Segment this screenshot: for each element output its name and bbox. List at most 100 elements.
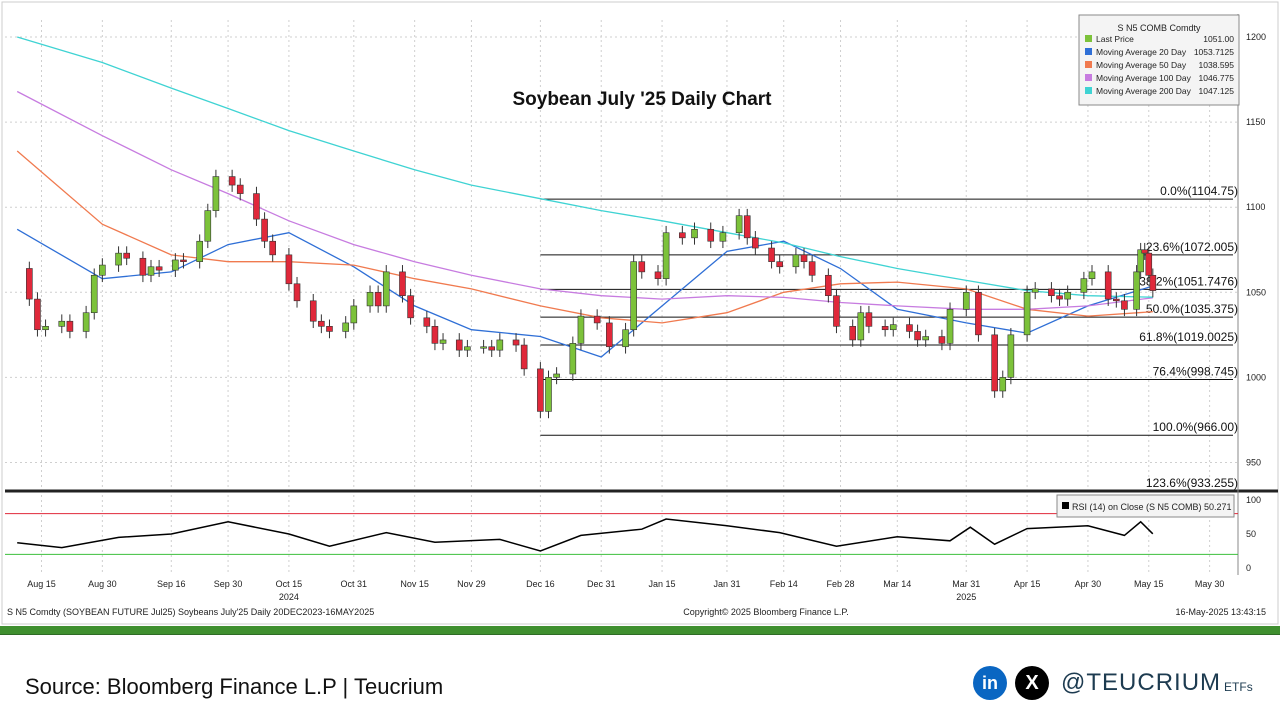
candle-down: [261, 218, 268, 242]
candle-up: [545, 377, 552, 412]
candle-up: [691, 229, 698, 239]
price-tick-label: 1100: [1246, 202, 1265, 212]
candle-up: [496, 339, 504, 351]
candle-up: [115, 252, 122, 266]
candle-down: [537, 368, 544, 412]
legend-item-label: Moving Average 100 Day: [1096, 73, 1192, 83]
candle-down: [825, 274, 832, 296]
rsi-legend-swatch: [1062, 502, 1069, 509]
time-tick-label: Apr 15: [1014, 579, 1041, 589]
candle-up: [366, 291, 374, 307]
candle-up: [82, 312, 90, 332]
candle-down: [155, 266, 163, 271]
time-tick-label: Sep 16: [157, 579, 186, 589]
linkedin-icon[interactable]: in: [973, 666, 1007, 700]
source-text: Source: Bloomberg Finance L.P | Teucrium: [25, 674, 444, 699]
legend-item-value: 1038.595: [1199, 60, 1235, 70]
time-tick-label: Jan 15: [649, 579, 676, 589]
candle-down: [849, 326, 856, 341]
legend-item-value: 1053.7125: [1194, 47, 1234, 57]
candle-up: [58, 320, 66, 327]
candle-up: [464, 346, 471, 351]
candle-up: [1133, 271, 1140, 310]
candle-down: [752, 237, 759, 249]
candle-up: [1088, 271, 1096, 279]
candle-down: [66, 320, 74, 332]
candle-down: [318, 320, 325, 327]
time-tick-label: Nov 15: [400, 579, 429, 589]
footer-left: S N5 Comdty (SOYBEAN FUTURE Jul25) Soybe…: [7, 607, 374, 617]
time-tick-label: Jan 31: [713, 579, 740, 589]
candle-up: [577, 315, 585, 344]
candle-down: [1149, 274, 1157, 291]
legend-item-label: Moving Average 200 Day: [1096, 86, 1192, 96]
candle-down: [407, 295, 414, 319]
candle-down: [285, 254, 293, 285]
teucrium-handle[interactable]: @TEUCRIUM: [1061, 669, 1221, 697]
candle-up: [439, 339, 447, 344]
chart-canvas: 0.0%(1104.75)23.6%(1072.005)38.2%(1051.7…: [1, 1, 1279, 625]
rsi-legend-label: RSI (14) on Close (S N5 COMB) 50.271: [1072, 502, 1232, 512]
fibonacci-label: 100.0%(966.00): [1153, 420, 1238, 434]
candle-down: [26, 268, 33, 300]
time-tick-label: Feb 28: [827, 579, 855, 589]
candle-down: [881, 326, 889, 331]
legend-header: S N5 COMB Comdty: [1117, 23, 1201, 33]
time-tick-label: May 15: [1134, 579, 1164, 589]
time-tick-label: Dec 16: [526, 579, 555, 589]
time-tick-label: Dec 31: [587, 579, 616, 589]
rsi-tick-label: 0: [1246, 563, 1251, 573]
price-tick-label: 1050: [1246, 287, 1266, 297]
legend-swatch: [1085, 87, 1092, 94]
candle-down: [374, 291, 382, 307]
candle-up: [719, 232, 727, 242]
time-tick-label: Mar 31: [952, 579, 980, 589]
candle-down: [800, 254, 808, 262]
legend-item-value: 1046.775: [1199, 73, 1235, 83]
candle-up: [946, 309, 954, 344]
candle-down: [1141, 249, 1149, 254]
candle-down: [1048, 288, 1055, 296]
social-links: in X @TEUCRIUM ETFs: [973, 665, 1253, 701]
candle-down: [139, 257, 147, 276]
footer-right: 16-May-2025 13:43:15: [1175, 607, 1266, 617]
candle-down: [520, 344, 528, 370]
candle-up: [172, 259, 179, 271]
year-label: 2024: [279, 592, 299, 602]
legend-swatch: [1085, 35, 1092, 42]
candle-down: [326, 326, 333, 332]
time-tick-label: Apr 30: [1075, 579, 1102, 589]
rsi-legend-box: RSI (14) on Close (S N5 COMB) 50.271: [1056, 494, 1235, 518]
candle-up: [622, 329, 629, 348]
candle-up: [1007, 334, 1015, 378]
candle-down: [743, 215, 751, 239]
candle-down: [180, 259, 187, 262]
time-tick-label: Feb 14: [770, 579, 798, 589]
candle-up: [630, 261, 637, 331]
legend-swatch: [1085, 61, 1092, 68]
candle-up: [342, 322, 349, 332]
time-tick-label: Aug 15: [27, 579, 56, 589]
fibonacci-label: 76.4%(998.745): [1153, 365, 1238, 379]
price-tick-label: 1000: [1246, 372, 1266, 382]
candle-down: [269, 240, 276, 256]
price-tick-label: 1150: [1246, 117, 1265, 127]
time-tick-label: Nov 29: [457, 579, 486, 589]
candle-up: [1023, 291, 1031, 336]
x-icon[interactable]: X: [1015, 666, 1049, 700]
candle-up: [480, 346, 487, 349]
candle-up: [999, 377, 1007, 392]
candle-up: [889, 324, 897, 331]
legend-item-label: Last Price: [1096, 34, 1134, 44]
footer-center: Copyright© 2025 Bloomberg Finance L.P.: [683, 607, 849, 617]
legend-item-label: Moving Average 20 Day: [1096, 47, 1187, 57]
candle-up: [350, 305, 358, 324]
chart-title: Soybean July '25 Daily Chart: [512, 89, 772, 110]
time-tick-label: Sep 30: [214, 579, 243, 589]
green-divider: [0, 626, 1280, 634]
candle-up: [792, 254, 800, 268]
fibonacci-label: 0.0%(1104.75): [1160, 184, 1238, 198]
candle-down: [638, 261, 646, 273]
candle-up: [90, 274, 98, 314]
candle-down: [975, 291, 982, 336]
